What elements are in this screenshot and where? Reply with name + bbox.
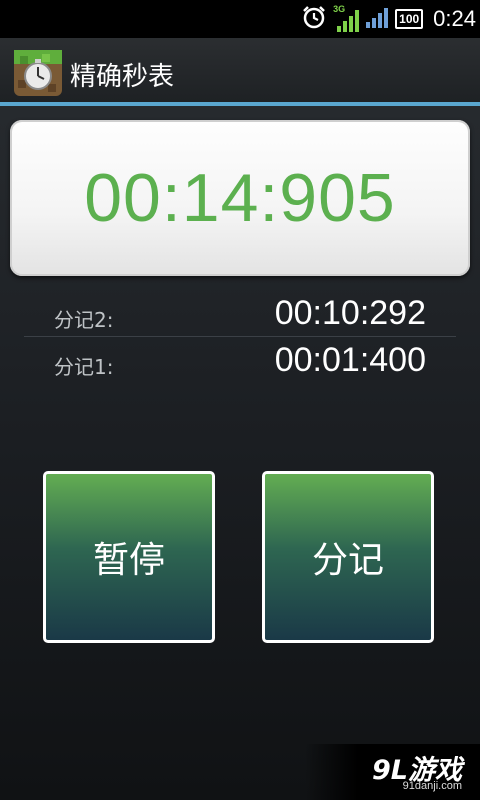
signal-3g-icon: 3G — [333, 4, 360, 34]
status-bar: 3G 100 0:24 — [0, 0, 480, 38]
watermark-url: 91danji.com — [402, 780, 462, 792]
lap-label: 分记2: — [54, 307, 114, 332]
current-time-display: 00:14:905 — [84, 160, 396, 236]
alarm-icon — [301, 4, 327, 34]
battery-level: 100 — [399, 12, 420, 26]
pause-button-label: 暂停 — [92, 540, 165, 581]
status-icons: 3G 100 0:24 — [301, 0, 476, 38]
lap-row: 分记1: 00:01:400 — [24, 337, 456, 383]
main-time-panel: 00:14:905 — [10, 120, 470, 276]
title-bar: 精确秒表 — [0, 38, 480, 106]
lap-button-label: 分记 — [311, 540, 384, 581]
pause-button[interactable]: 暂停 — [43, 471, 215, 643]
lap-button[interactable]: 分记 — [262, 471, 434, 643]
battery-icon: 100 — [395, 9, 424, 29]
lap-time: 00:01:400 — [274, 340, 426, 379]
network-type-label: 3G — [333, 4, 346, 14]
cell-signal-icon — [365, 5, 389, 33]
clock: 0:24 — [433, 6, 476, 31]
lap-label: 分记1: — [54, 354, 114, 379]
lap-time: 00:10:292 — [274, 293, 426, 332]
lap-row: 分记2: 00:10:292 — [24, 290, 456, 337]
watermark: 9L游戏 91danji.com — [305, 744, 480, 800]
stopwatch-icon — [14, 50, 62, 96]
lap-list: 分记2: 00:10:292 分记1: 00:01:400 — [24, 290, 456, 383]
app-title: 精确秒表 — [70, 62, 175, 92]
